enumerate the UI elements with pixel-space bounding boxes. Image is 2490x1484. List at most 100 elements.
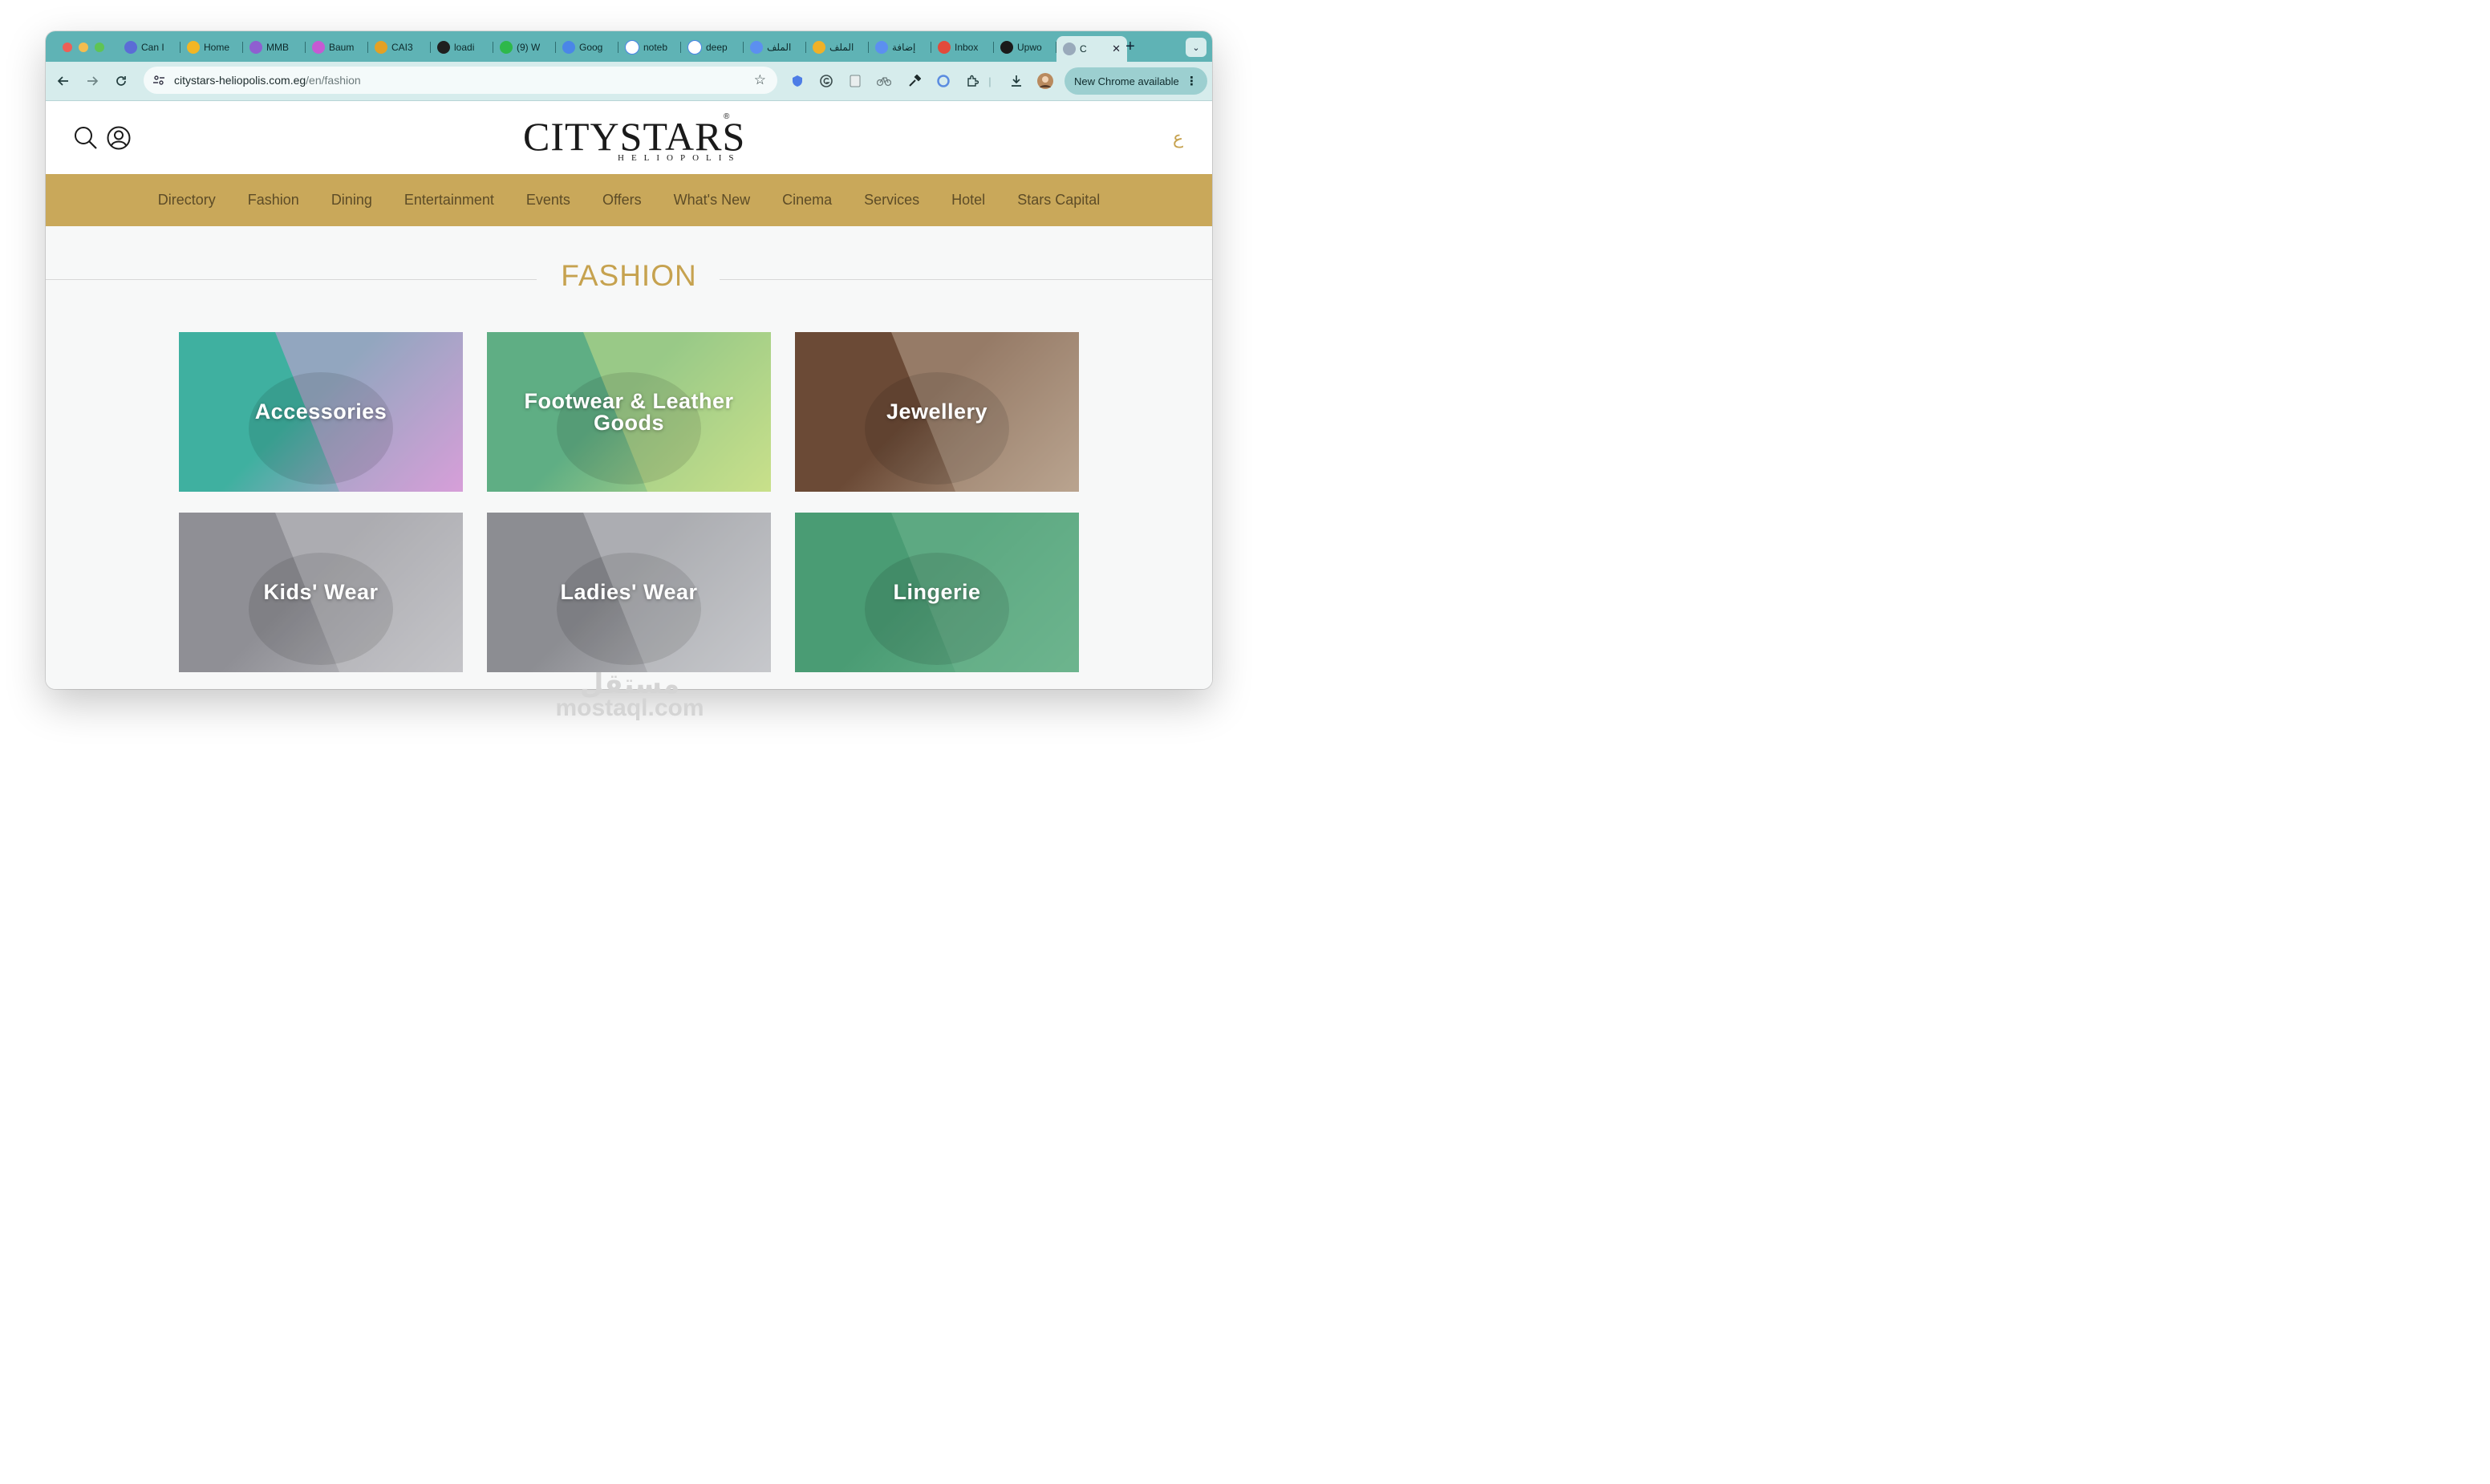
category-card-ladies-wear[interactable]: Ladies' Wear (487, 513, 771, 672)
github-icon (437, 41, 450, 54)
watermark-arabic: مستقل (579, 669, 680, 699)
tab-title: الملف (767, 42, 792, 53)
url-path: /en/fashion (306, 74, 361, 87)
browser-tab[interactable]: الملف (744, 36, 806, 59)
nav-item-stars-capital[interactable]: Stars Capital (1001, 192, 1116, 209)
tab-title: Upwo (1017, 42, 1042, 53)
logo-subtitle: HELIOPOLIS (618, 153, 741, 163)
nav-item-fashion[interactable]: Fashion (232, 192, 315, 209)
bookmark-star-icon[interactable]: ☆ (754, 72, 766, 88)
address-bar[interactable]: citystars-heliopolis.com.eg/en/fashion ☆ (144, 67, 777, 94)
browser-tab[interactable]: loadi (431, 36, 493, 59)
nav-item-what-s-new[interactable]: What's New (658, 192, 766, 209)
nav-item-hotel[interactable]: Hotel (935, 192, 1001, 209)
eyedropper-icon[interactable] (906, 73, 923, 89)
update-button-label: New Chrome available (1074, 75, 1179, 87)
smiley-icon (187, 41, 200, 54)
upwork-icon (1000, 41, 1013, 54)
profile-avatar[interactable] (1037, 73, 1053, 89)
tab-list: Can I Home MMB Baum CAI3 loadi (9) W Goog noteb d… (118, 36, 1127, 62)
language-toggle[interactable]: ع (1173, 128, 1183, 148)
circle-icon (750, 41, 763, 54)
tab-title: MMB (266, 42, 289, 53)
site-header: CITYSTARS HELIOPOLIS ® ع (46, 101, 1212, 174)
arrow-right-icon (87, 76, 99, 86)
search-icon[interactable] (73, 125, 99, 151)
active-tab[interactable]: C ✕ (1056, 36, 1127, 62)
nav-item-entertainment[interactable]: Entertainment (388, 192, 510, 209)
title-divider-right (720, 279, 1212, 280)
browser-tab[interactable]: MMB (243, 36, 306, 59)
tab-search-button[interactable]: ⌄ (1186, 38, 1206, 57)
nav-item-cinema[interactable]: Cinema (766, 192, 848, 209)
url-text[interactable]: citystars-heliopolis.com.eg/en/fashion (174, 74, 361, 87)
tab-title: Home (204, 42, 230, 53)
download-icon[interactable] (1008, 73, 1024, 89)
browser-tab[interactable]: Baum (306, 36, 368, 59)
browser-toolbar: citystars-heliopolis.com.eg/en/fashion ☆… (46, 62, 1212, 101)
tab-title: loadi (454, 42, 475, 53)
globe-icon (124, 41, 137, 54)
category-card-lingerie[interactable]: Lingerie (795, 513, 1079, 672)
browser-tab[interactable]: الملف (806, 36, 869, 59)
browser-tab[interactable]: noteb (618, 36, 681, 59)
forward-button[interactable] (83, 72, 101, 90)
browser-tab[interactable]: Goog (556, 36, 618, 59)
tab-title: deep (706, 42, 728, 53)
logo-registered-mark: ® (724, 112, 730, 121)
tab-title: إضافة (892, 42, 916, 53)
color-ring-icon[interactable] (935, 73, 951, 89)
category-card-accessories[interactable]: Accessories (179, 332, 463, 492)
close-tab-icon[interactable]: ✕ (1112, 43, 1121, 55)
chart-icon (375, 41, 387, 54)
nav-item-dining[interactable]: Dining (315, 192, 388, 209)
document-icon[interactable] (847, 73, 863, 89)
web-page: CITYSTARS HELIOPOLIS ® ع Directory Fashio… (46, 101, 1212, 689)
category-card-jewellery[interactable]: Jewellery (795, 332, 1079, 492)
browser-tab[interactable]: Home (180, 36, 243, 59)
nav-item-events[interactable]: Events (510, 192, 586, 209)
grammarly-icon[interactable] (818, 73, 834, 89)
more-menu-icon[interactable]: ⋮ (1186, 74, 1198, 88)
tab-title: noteb (643, 42, 668, 53)
main-navigation: Directory Fashion Dining Entertainment Event… (46, 174, 1212, 226)
close-window-button[interactable] (63, 43, 72, 52)
translate-icon (562, 41, 575, 54)
gmail-icon (938, 41, 951, 54)
browser-tab[interactable]: إضافة (869, 36, 931, 59)
user-account-icon[interactable] (106, 125, 132, 151)
extension-shield-icon[interactable] (789, 73, 805, 89)
browser-tab[interactable]: (9) W (493, 36, 556, 59)
browser-tab[interactable]: deep (681, 36, 744, 59)
tab-title: CAI3 (391, 42, 413, 53)
chrome-update-button[interactable]: New Chrome available ⋮ (1065, 67, 1207, 95)
new-tab-button[interactable]: + (1122, 39, 1138, 55)
whatsapp-icon (500, 41, 513, 54)
circle-icon (875, 41, 888, 54)
spinner-icon (249, 41, 262, 54)
category-label: Ladies' Wear (560, 580, 698, 604)
browser-tab[interactable]: CAI3 (368, 36, 431, 59)
tab-title: C (1080, 43, 1087, 55)
citystars-logo[interactable]: CITYSTARS HELIOPOLIS ® (523, 112, 744, 167)
category-label: Footwear & Leather Goods (524, 388, 734, 435)
tab-title: Baum (329, 42, 355, 53)
category-label: Jewellery (886, 399, 988, 424)
category-label: Lingerie (893, 580, 981, 604)
watermark: مستقل mostaql.com (554, 669, 706, 720)
site-settings-icon[interactable] (152, 73, 166, 87)
category-card-kids-wear[interactable]: Kids' Wear (179, 513, 463, 672)
browser-tab[interactable]: Upwo (994, 36, 1056, 59)
minimize-window-button[interactable] (79, 43, 88, 52)
nav-item-offers[interactable]: Offers (586, 192, 658, 209)
back-button[interactable] (55, 72, 72, 90)
nav-item-directory[interactable]: Directory (142, 192, 232, 209)
reload-button[interactable] (112, 72, 130, 90)
browser-tab[interactable]: Inbox (931, 36, 994, 59)
bicycle-icon[interactable] (876, 73, 892, 89)
browser-tab[interactable]: Can I (118, 36, 180, 59)
category-card-footwear-leather-goods[interactable]: Footwear & Leather Goods (487, 332, 771, 492)
nav-item-services[interactable]: Services (848, 192, 935, 209)
extensions-puzzle-icon[interactable] (964, 73, 980, 89)
maximize-window-button[interactable] (95, 43, 104, 52)
